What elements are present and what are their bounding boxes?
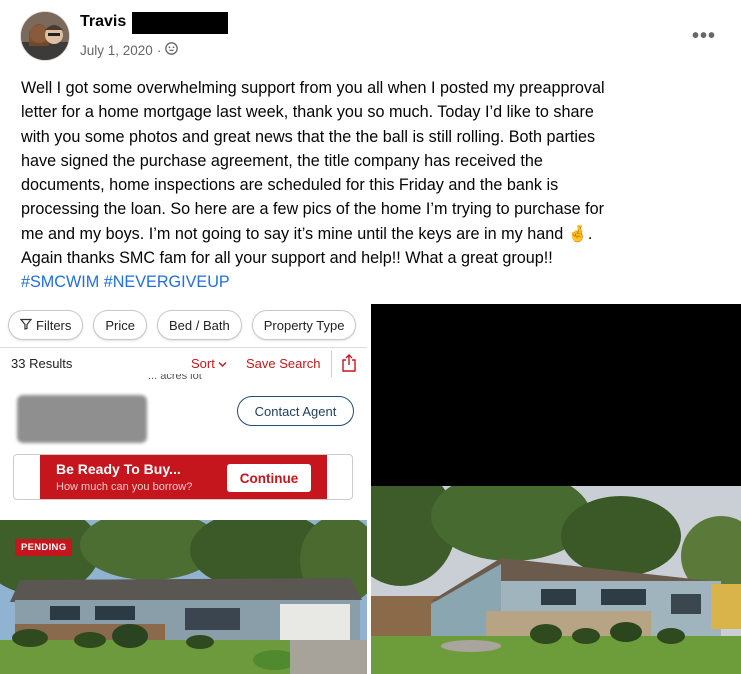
post-text-line: letter for a home mortgage last week, th… bbox=[21, 103, 594, 122]
divider bbox=[331, 351, 332, 377]
property-type-label: Property Type bbox=[263, 317, 345, 333]
post-text-line: documents, home inspections are schedule… bbox=[21, 176, 559, 195]
post-text-line: have signed the purchase agreement, the … bbox=[21, 151, 543, 170]
author-name[interactable]: Travis bbox=[80, 13, 126, 31]
post-text-line: Again thanks SMC fam for all your suppor… bbox=[21, 249, 553, 268]
meta-dot: · bbox=[156, 42, 162, 58]
post-header: Travis July 1, 2020 · ••• bbox=[20, 11, 720, 65]
house-photo-right bbox=[371, 486, 741, 674]
post-text-line: with you some photos and great news that… bbox=[21, 127, 596, 146]
ad-title: Be Ready To Buy... bbox=[56, 461, 181, 477]
sort-button[interactable]: Sort bbox=[191, 356, 227, 371]
audience-icon[interactable] bbox=[165, 42, 179, 58]
sort-label: Sort bbox=[191, 356, 215, 371]
lot-size-text: ... acres lot bbox=[148, 374, 202, 382]
blurred-address bbox=[17, 395, 147, 443]
redacted-surname bbox=[132, 12, 228, 34]
save-search-button[interactable]: Save Search bbox=[246, 356, 320, 371]
filter-icon bbox=[19, 318, 33, 333]
hashtag-link[interactable]: #SMCWIM bbox=[21, 273, 99, 291]
price-label: Price bbox=[105, 317, 136, 333]
results-count: 33 Results bbox=[11, 356, 73, 371]
post-text-line: Well I got some overwhelming support fro… bbox=[21, 79, 605, 97]
house-photo-image[interactable] bbox=[371, 304, 741, 674]
more-options-icon[interactable]: ••• bbox=[692, 25, 716, 48]
pending-badge: PENDING bbox=[15, 539, 73, 556]
bed-bath-label: Bed / Bath bbox=[169, 317, 230, 333]
listing-screenshot-image[interactable]: Filters Price Bed / Bath Property Type 3… bbox=[0, 304, 367, 674]
post-date[interactable]: July 1, 2020 bbox=[80, 43, 153, 58]
filters-button[interactable]: Filters bbox=[8, 310, 84, 340]
divider bbox=[0, 347, 367, 348]
filters-label: Filters bbox=[36, 317, 72, 333]
ad-subtitle: How much can you borrow? bbox=[56, 481, 193, 493]
hashtags-line: #SMCWIM #NEVERGIVEUP bbox=[21, 270, 726, 294]
property-type-filter-button[interactable]: Property Type bbox=[251, 310, 357, 340]
post-text-line: processing the loan. So here are a few p… bbox=[21, 200, 605, 219]
filter-bar: Filters Price Bed / Bath Property Type bbox=[8, 310, 357, 340]
share-icon[interactable] bbox=[341, 353, 357, 378]
price-filter-button[interactable]: Price bbox=[93, 310, 148, 340]
contact-agent-button[interactable]: Contact Agent bbox=[237, 396, 354, 426]
bed-bath-filter-button[interactable]: Bed / Bath bbox=[157, 310, 242, 340]
post-body: Well I got some overwhelming support fro… bbox=[21, 76, 726, 295]
avatar[interactable] bbox=[20, 11, 70, 61]
post-text-line: me and my boys. I’m not going to say it’… bbox=[21, 224, 593, 243]
hashtag-link[interactable]: #NEVERGIVEUP bbox=[104, 273, 230, 291]
post-meta: July 1, 2020 · bbox=[80, 42, 179, 58]
chevron-down-icon bbox=[218, 356, 227, 371]
continue-button[interactable]: Continue bbox=[227, 464, 311, 492]
